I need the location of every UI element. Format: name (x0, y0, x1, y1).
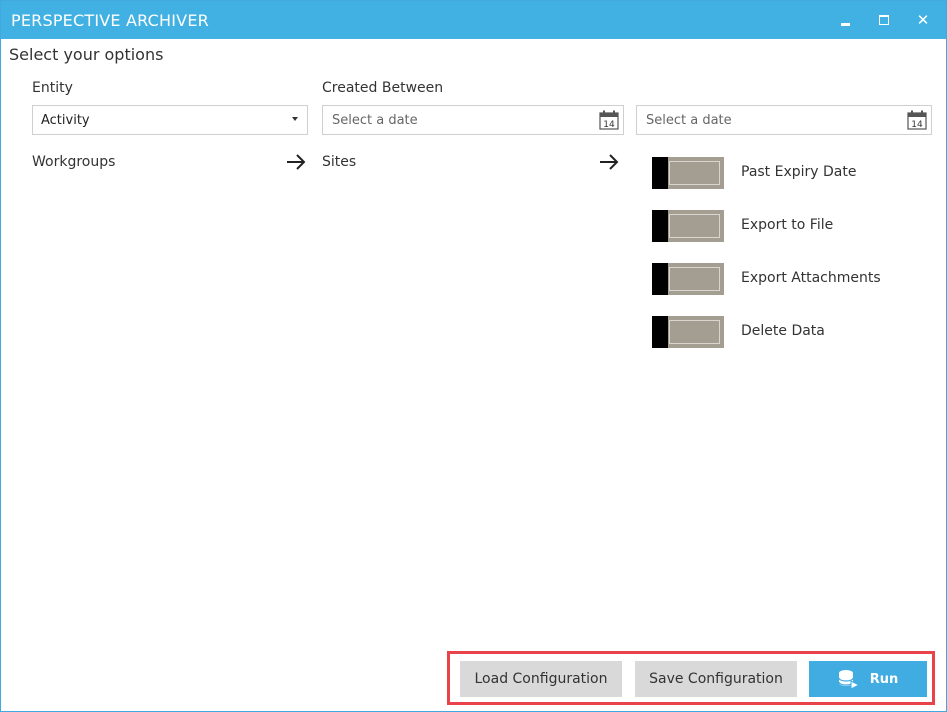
date-from-field[interactable]: Select a date 14 (322, 105, 624, 135)
date-from-placeholder: Select a date (332, 113, 418, 128)
delete-data-toggle[interactable] (652, 316, 724, 348)
toggle-row-export-file: Export to File (652, 210, 932, 242)
chevron-down-icon (292, 117, 298, 121)
database-run-icon (838, 670, 860, 689)
sites-label: Sites (322, 154, 357, 170)
workgroups-label: Workgroups (32, 154, 116, 170)
calendar-icon[interactable]: 14 (906, 109, 928, 131)
entity-selected-value: Activity (41, 113, 90, 128)
calendar-icon[interactable]: 14 (598, 109, 620, 131)
export-to-file-toggle[interactable] (652, 210, 724, 242)
created-between-label: Created Between (322, 80, 444, 96)
arrow-right-icon[interactable] (597, 150, 621, 174)
archiver-window: PERSPECTIVE ARCHIVER ✕ Select your optio… (0, 0, 947, 712)
export-attachments-label: Export Attachments (741, 270, 881, 286)
run-button[interactable]: Run (809, 661, 927, 697)
load-configuration-button[interactable]: Load Configuration (460, 661, 622, 697)
date-to-placeholder: Select a date (646, 113, 732, 128)
delete-data-label: Delete Data (741, 323, 825, 339)
maximize-button[interactable] (870, 7, 898, 33)
calendar-day-number: 14 (603, 120, 615, 130)
options-heading: Select your options (9, 45, 164, 64)
toggle-row-export-attachments: Export Attachments (652, 263, 932, 295)
toggle-row-delete-data: Delete Data (652, 316, 932, 348)
arrow-right-icon[interactable] (284, 150, 308, 174)
save-configuration-label: Save Configuration (649, 671, 783, 687)
entity-select[interactable]: Activity (32, 105, 308, 135)
load-configuration-label: Load Configuration (474, 671, 608, 687)
entity-label: Entity (32, 80, 73, 96)
past-expiry-toggle[interactable] (652, 157, 724, 189)
export-attachments-toggle[interactable] (652, 263, 724, 295)
run-label: Run (869, 671, 899, 687)
window-title: PERSPECTIVE ARCHIVER (11, 11, 209, 30)
minimize-button[interactable] (831, 7, 859, 33)
toggle-row-past-expiry: Past Expiry Date (652, 157, 932, 189)
title-bar: PERSPECTIVE ARCHIVER ✕ (1, 1, 946, 39)
calendar-day-number: 14 (911, 120, 923, 130)
minimize-icon (840, 22, 850, 26)
export-to-file-label: Export to File (741, 217, 834, 233)
close-button[interactable]: ✕ (909, 7, 937, 33)
date-to-field[interactable]: Select a date 14 (636, 105, 932, 135)
past-expiry-label: Past Expiry Date (741, 164, 857, 180)
close-icon: ✕ (916, 11, 930, 29)
maximize-icon (879, 15, 889, 25)
save-configuration-button[interactable]: Save Configuration (635, 661, 797, 697)
